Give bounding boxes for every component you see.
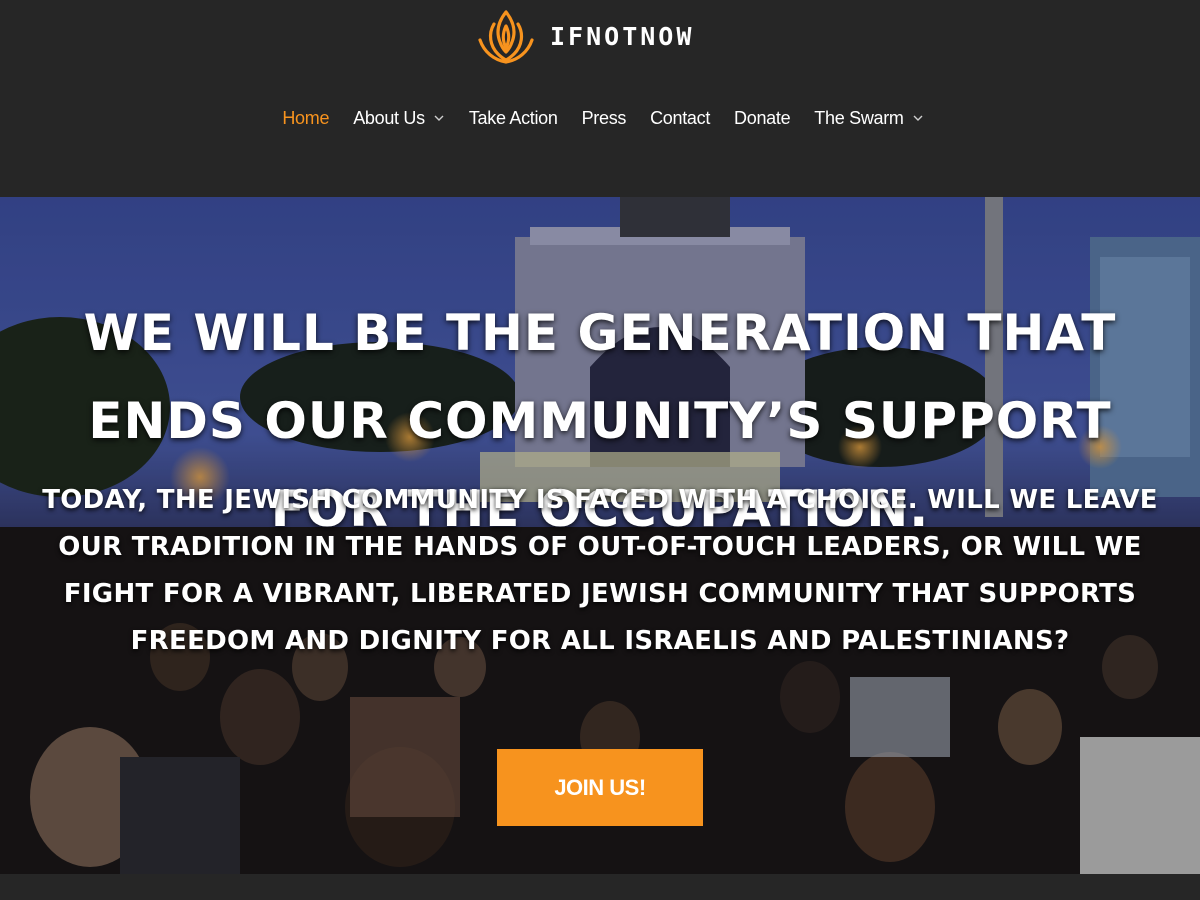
- nav-take-action[interactable]: Take Action: [469, 108, 558, 129]
- chevron-down-icon: [913, 115, 923, 121]
- chevron-down-icon: [434, 115, 444, 121]
- nav-press-label: Press: [581, 107, 627, 128]
- site-header: IFNOTNOW Home About Us Take Action Press…: [0, 0, 1200, 197]
- nav-the-swarm-label: The Swarm: [814, 107, 904, 128]
- nav-take-action-label: Take Action: [468, 107, 558, 128]
- nav-the-swarm[interactable]: The Swarm: [814, 108, 923, 129]
- nav-home[interactable]: Home: [282, 108, 329, 129]
- nav-about-us[interactable]: About Us: [353, 108, 445, 129]
- hero-section: WE WILL BE THE GENERATION THAT ENDS OUR …: [0, 197, 1200, 874]
- nav-contact[interactable]: Contact: [650, 108, 710, 129]
- hero-subtext: TODAY, THE JEWISH COMMUNITY IS FACED WIT…: [42, 485, 1158, 656]
- page-bottom-strip: [0, 874, 1200, 900]
- flame-lotus-icon: [478, 10, 534, 64]
- nav-donate[interactable]: Donate: [734, 107, 791, 129]
- site-logo[interactable]: IFNOTNOW: [474, 4, 694, 68]
- nav-contact-label: Contact: [650, 107, 711, 128]
- logo-text: IFNOTNOW: [550, 21, 695, 51]
- join-us-button[interactable]: JOIN US!: [497, 749, 703, 826]
- main-navigation: Home About Us Take Action Press Contact …: [0, 104, 1200, 132]
- nav-donate-label: Donate: [734, 107, 791, 128]
- nav-about-us-label: About Us: [353, 107, 425, 128]
- nav-home-label: Home: [282, 107, 330, 128]
- nav-press[interactable]: Press: [582, 108, 627, 129]
